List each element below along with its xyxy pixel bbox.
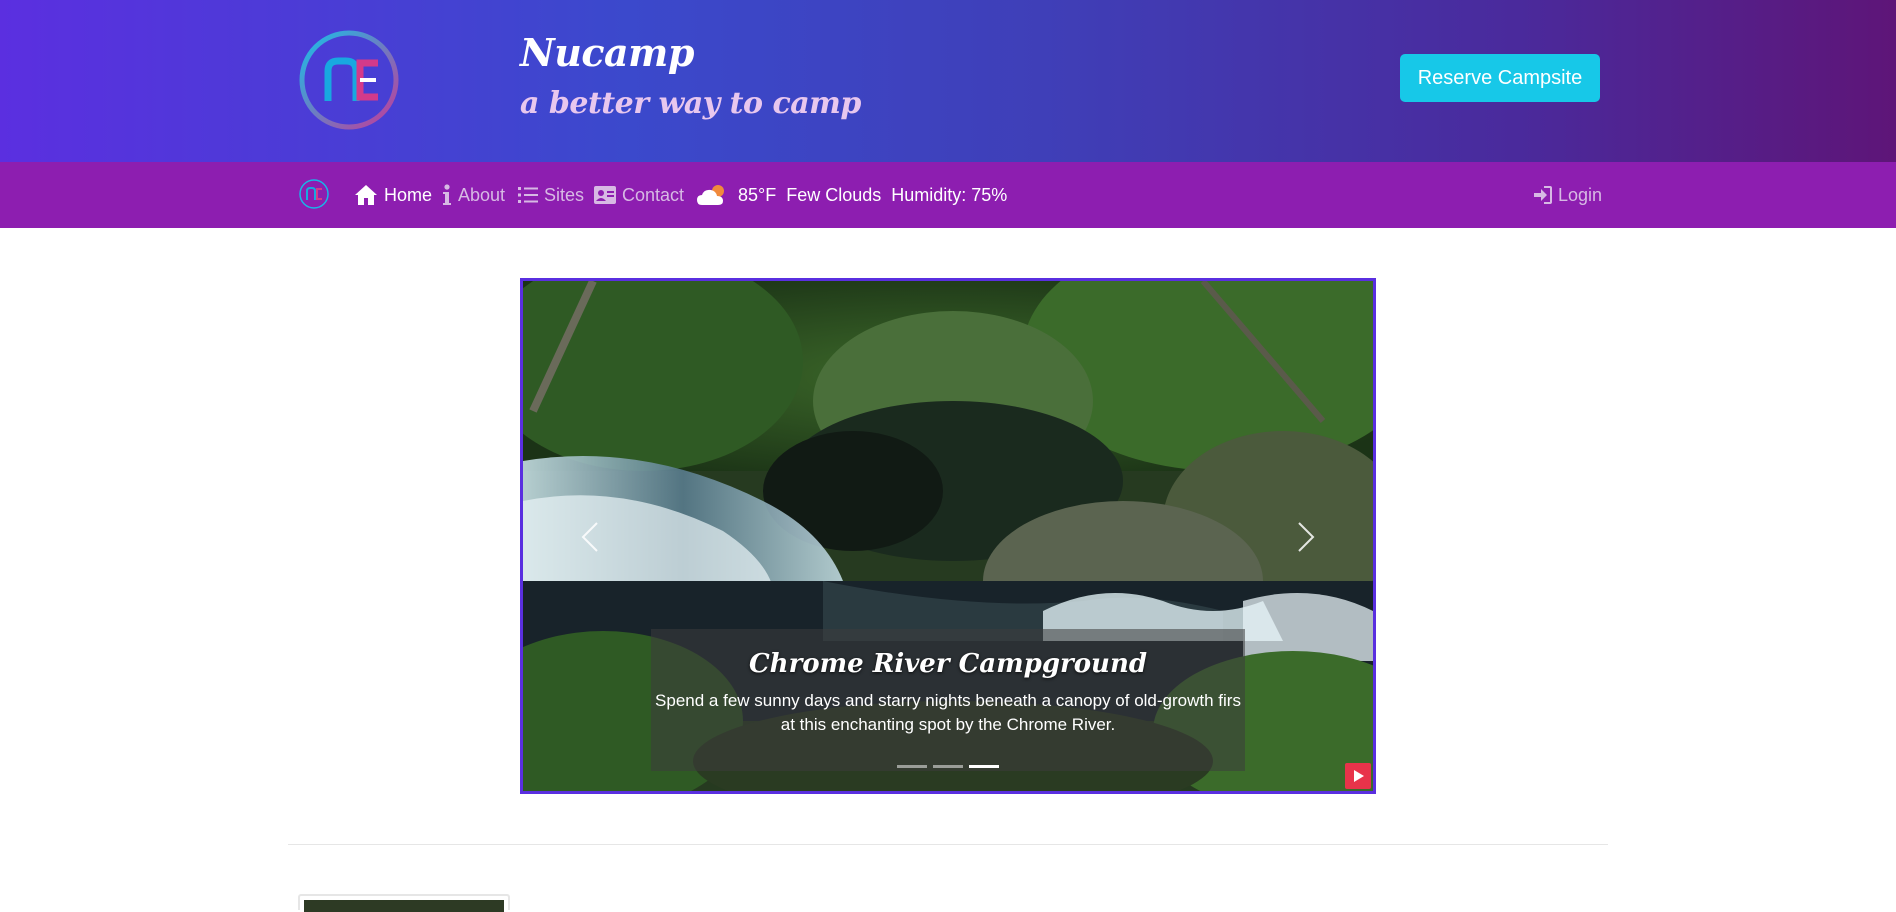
nav-item-home[interactable]: Home: [354, 162, 432, 228]
nav-item-label: Contact: [622, 184, 685, 205]
section-divider: [288, 844, 1608, 845]
weather-widget: 85°F Few Clouds Humidity: 75%: [696, 162, 1007, 228]
carousel-caption: Chrome River Campground Spend a few sunn…: [651, 629, 1245, 771]
nav-item-about[interactable]: About: [442, 162, 505, 228]
home-icon: [355, 185, 377, 205]
chevron-right-icon[interactable]: [1285, 517, 1325, 557]
nav-item-sites[interactable]: Sites: [518, 162, 584, 228]
weather-description: Few Clouds: [786, 184, 882, 205]
info-icon: [443, 184, 451, 205]
play-button[interactable]: [1345, 763, 1371, 789]
weather-temperature: 85°F: [738, 184, 777, 205]
site-header: Nucamp a better way to camp Reserve Camp…: [0, 0, 1896, 162]
caption-title: Chrome River Campground: [748, 649, 1148, 679]
nav-item-label: Home: [384, 184, 433, 205]
nav-item-contact[interactable]: Contact: [594, 162, 684, 228]
image-carousel[interactable]: Chrome River Campground Spend a few sunn…: [520, 278, 1376, 794]
main-navbar: Home About Sites Contact 85°F Few Clouds…: [0, 162, 1896, 228]
carousel-indicator-active[interactable]: [969, 765, 999, 768]
nav-item-label: About: [458, 184, 506, 205]
nav-logo-icon[interactable]: [298, 178, 330, 210]
login-link[interactable]: Login: [1534, 162, 1602, 228]
play-icon: [1354, 770, 1364, 782]
brand-tagline: a better way to camp: [520, 86, 861, 121]
brand-title: Nucamp: [520, 30, 694, 75]
cloud-sun-icon: [697, 185, 724, 205]
login-label: Login: [1558, 184, 1603, 205]
carousel-indicator[interactable]: [933, 765, 963, 768]
sign-in-icon: [1534, 186, 1552, 204]
chevron-left-icon[interactable]: [571, 517, 611, 557]
carousel-indicators: [897, 765, 999, 768]
list-icon: [518, 187, 538, 203]
card-image: [304, 900, 504, 912]
nucamp-logo-icon[interactable]: [298, 29, 400, 131]
reserve-campsite-button[interactable]: Reserve Campsite: [1400, 54, 1600, 102]
nav-item-label: Sites: [544, 184, 585, 205]
carousel-indicator[interactable]: [897, 765, 927, 768]
weather-humidity: Humidity: 75%: [891, 184, 1008, 205]
address-card-icon: [594, 186, 616, 204]
caption-text: Spend a few sunny days and starry nights…: [655, 691, 1241, 734]
